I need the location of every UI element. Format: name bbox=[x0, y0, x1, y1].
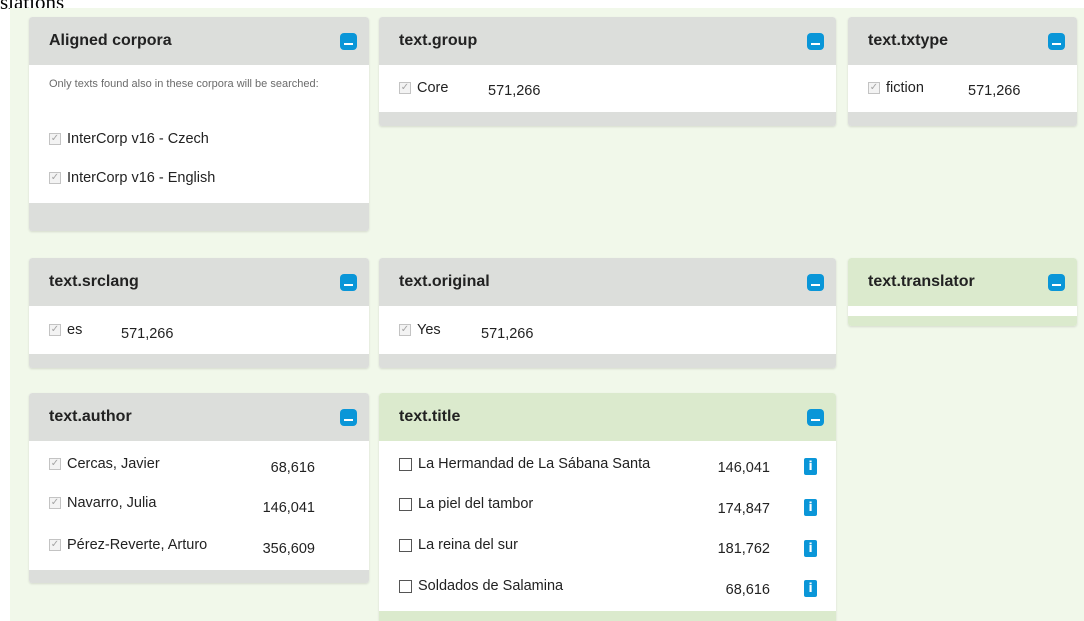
panel-title: Aligned corpora bbox=[49, 32, 172, 49]
item-count: 68,616 bbox=[725, 582, 770, 598]
checkbox-checked-icon[interactable]: ✓ bbox=[49, 133, 61, 145]
list-item[interactable]: ✓ es bbox=[49, 322, 82, 338]
list-item[interactable]: ✓ Cercas, Javier bbox=[49, 456, 160, 472]
item-label: Pérez-Reverte, Arturo bbox=[67, 537, 208, 553]
list-item[interactable]: ✓ Navarro, Julia bbox=[49, 495, 156, 511]
panel-footer bbox=[29, 354, 369, 368]
list-item[interactable]: Soldados de Salamina bbox=[399, 578, 563, 594]
panel-title: text.group bbox=[399, 32, 478, 49]
item-label: Core bbox=[417, 80, 449, 96]
aligned-item[interactable]: ✓ InterCorp v16 - English bbox=[49, 170, 215, 186]
item-count: 146,041 bbox=[717, 460, 770, 476]
list-item[interactable]: ✓ Yes bbox=[399, 322, 441, 338]
minimize-icon[interactable] bbox=[807, 408, 824, 426]
checkbox-checked-icon[interactable]: ✓ bbox=[49, 458, 61, 470]
item-count: 356,609 bbox=[262, 541, 315, 557]
list-item[interactable]: La piel del tambor bbox=[399, 496, 533, 512]
aligned-corpora-panel: Aligned corpora Only texts found also in… bbox=[29, 17, 369, 231]
item-count: 68,616 bbox=[270, 460, 315, 476]
panel-title: text.txtype bbox=[868, 32, 949, 49]
minimize-icon[interactable] bbox=[340, 408, 357, 426]
checkbox-checked-icon[interactable]: ✓ bbox=[49, 172, 61, 184]
item-count: 146,041 bbox=[262, 500, 315, 516]
checkbox-checked-icon[interactable]: ✓ bbox=[868, 82, 880, 94]
item-count: 571,266 bbox=[121, 326, 174, 342]
panel-title: text.author bbox=[49, 408, 132, 425]
checkbox-checked-icon[interactable]: ✓ bbox=[399, 82, 411, 94]
panel-header: text.title bbox=[379, 393, 836, 441]
item-label: fiction bbox=[886, 80, 924, 96]
panel-footer bbox=[29, 570, 369, 583]
panel-header: text.srclang bbox=[29, 258, 369, 306]
text-original-panel: text.original ✓ Yes 571,266 bbox=[379, 258, 836, 368]
panel-header: text.group bbox=[379, 17, 836, 65]
text-translator-panel: text.translator bbox=[848, 258, 1077, 326]
item-count: 571,266 bbox=[968, 83, 1021, 99]
text-title-panel: text.title La Hermandad de La Sábana San… bbox=[379, 393, 836, 621]
minimize-icon[interactable] bbox=[807, 32, 824, 50]
item-count: 181,762 bbox=[717, 541, 770, 557]
text-srclang-panel: text.srclang ✓ es 571,266 bbox=[29, 258, 369, 368]
text-author-panel: text.author ✓ Cercas, Javier 68,616 ✓ Na… bbox=[29, 393, 369, 583]
panel-header: Aligned corpora bbox=[29, 17, 369, 65]
info-icon[interactable]: i bbox=[804, 580, 817, 597]
panel-footer bbox=[29, 203, 369, 231]
list-item[interactable]: ✓ Pérez-Reverte, Arturo bbox=[49, 537, 207, 553]
info-icon[interactable]: i bbox=[804, 499, 817, 516]
panel-header: text.txtype bbox=[848, 17, 1077, 65]
text-group-panel: text.group ✓ Core 571,266 bbox=[379, 17, 836, 126]
item-label: Soldados de Salamina bbox=[418, 578, 564, 594]
text-txtype-panel: text.txtype ✓ fiction 571,266 bbox=[848, 17, 1077, 126]
minimize-icon[interactable] bbox=[1048, 273, 1065, 291]
aligned-hint: Only texts found also in these corpora w… bbox=[49, 78, 319, 90]
item-label: Cercas, Javier bbox=[67, 456, 160, 472]
list-item[interactable]: La reina del sur bbox=[399, 537, 518, 553]
list-item[interactable]: La Hermandad de La Sábana Santa bbox=[399, 456, 650, 472]
item-label: La piel del tambor bbox=[418, 496, 534, 512]
checkbox-empty-icon[interactable] bbox=[399, 579, 412, 593]
panel-header: text.author bbox=[29, 393, 369, 441]
item-label: Navarro, Julia bbox=[67, 495, 157, 511]
panel-footer bbox=[379, 112, 836, 126]
minimize-icon[interactable] bbox=[340, 273, 357, 291]
checkbox-checked-icon[interactable]: ✓ bbox=[399, 324, 411, 336]
info-icon[interactable]: i bbox=[804, 458, 817, 475]
aligned-item-label: InterCorp v16 - Czech bbox=[67, 131, 209, 147]
minimize-icon[interactable] bbox=[340, 32, 357, 50]
checkbox-empty-icon[interactable] bbox=[399, 538, 412, 552]
panel-footer bbox=[848, 316, 1077, 326]
panel-header: text.translator bbox=[848, 258, 1077, 306]
checkbox-empty-icon[interactable] bbox=[399, 457, 412, 471]
aligned-item-label: InterCorp v16 - English bbox=[67, 170, 216, 186]
panel-footer bbox=[379, 354, 836, 368]
item-count: 571,266 bbox=[481, 326, 534, 342]
item-label: es bbox=[67, 322, 83, 338]
checkbox-empty-icon[interactable] bbox=[399, 497, 412, 511]
panel-title: text.translator bbox=[868, 273, 975, 290]
panel-footer bbox=[848, 112, 1077, 126]
item-label: La Hermandad de La Sábana Santa bbox=[418, 456, 651, 472]
item-label: La reina del sur bbox=[418, 537, 518, 553]
list-item[interactable]: ✓ Core bbox=[399, 80, 448, 96]
panel-header: text.original bbox=[379, 258, 836, 306]
checkbox-checked-icon[interactable]: ✓ bbox=[49, 497, 61, 509]
item-count: 174,847 bbox=[717, 501, 770, 517]
info-icon[interactable]: i bbox=[804, 540, 817, 557]
minimize-icon[interactable] bbox=[1048, 32, 1065, 50]
panel-title: text.title bbox=[399, 408, 461, 425]
panel-footer bbox=[379, 611, 836, 621]
item-count: 571,266 bbox=[488, 83, 541, 99]
list-item[interactable]: ✓ fiction bbox=[868, 80, 924, 96]
aligned-item[interactable]: ✓ InterCorp v16 - Czech bbox=[49, 131, 209, 147]
panel-title: text.srclang bbox=[49, 273, 139, 290]
minimize-icon[interactable] bbox=[807, 273, 824, 291]
checkbox-checked-icon[interactable]: ✓ bbox=[49, 539, 61, 551]
item-label: Yes bbox=[417, 322, 441, 338]
panel-title: text.original bbox=[399, 273, 490, 290]
checkbox-checked-icon[interactable]: ✓ bbox=[49, 324, 61, 336]
